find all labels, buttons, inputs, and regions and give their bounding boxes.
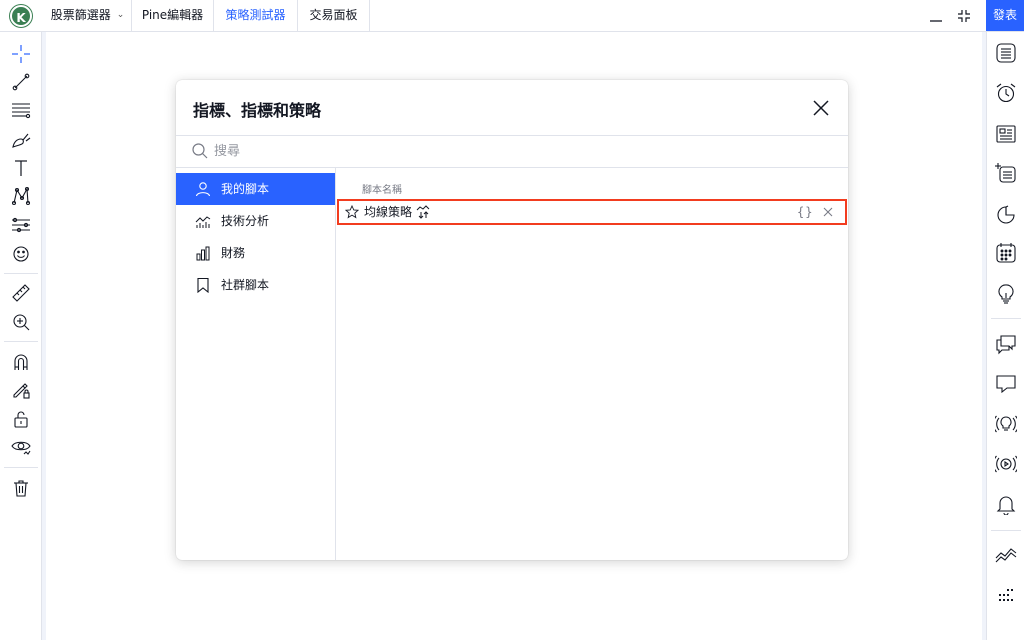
ruler-icon[interactable] <box>11 283 31 303</box>
forecast-icon[interactable] <box>11 215 31 235</box>
toolbar-divider <box>4 467 38 468</box>
pattern-icon[interactable] <box>11 186 31 206</box>
chat-icon[interactable] <box>995 333 1017 355</box>
alarm-icon[interactable] <box>995 82 1017 104</box>
list-item[interactable]: 均線策略 {} <box>337 199 847 225</box>
chart-line-icon[interactable] <box>995 544 1017 566</box>
close-icon[interactable] <box>810 97 832 119</box>
indicators-dialog: 指標、指標和策略 我的腳本 技術分析 <box>176 80 848 560</box>
magnet-icon[interactable] <box>11 352 31 372</box>
stream-icon[interactable] <box>995 453 1017 475</box>
lock-drawing-icon[interactable] <box>11 380 31 400</box>
trend-line-icon[interactable] <box>11 72 31 92</box>
publish-button[interactable]: 發表 <box>986 0 1024 31</box>
strategy-icon <box>416 205 430 219</box>
text-icon[interactable] <box>11 158 31 178</box>
tab-trading-panel[interactable]: 交易面板 <box>298 0 370 31</box>
pie-chart-icon[interactable] <box>995 204 1017 226</box>
tab-label: 交易面板 <box>309 8 358 22</box>
category-label: 社群腳本 <box>221 278 270 292</box>
fib-lines-icon[interactable] <box>11 100 31 120</box>
comment-icon[interactable] <box>995 373 1017 395</box>
crosshair-icon[interactable] <box>11 44 31 64</box>
dialog-divider <box>176 135 848 136</box>
technical-analysis-icon <box>195 213 211 229</box>
category-my-scripts[interactable]: 我的腳本 <box>176 173 335 205</box>
left-toolbar <box>0 32 42 640</box>
search-input[interactable] <box>214 140 814 162</box>
bookmark-icon <box>195 277 211 293</box>
remove-icon[interactable] <box>822 206 834 218</box>
news-icon[interactable] <box>995 123 1017 145</box>
avatar[interactable]: K <box>10 5 32 27</box>
right-toolbar <box>986 32 1024 640</box>
dots-grid-icon[interactable] <box>995 585 1017 607</box>
star-icon[interactable] <box>345 205 359 219</box>
watchlist-icon[interactable] <box>995 42 1017 64</box>
tab-pine-editor[interactable]: Pine編輯器 <box>132 0 214 31</box>
source-code-button[interactable]: {} <box>797 201 813 223</box>
category-label: 技術分析 <box>221 214 270 228</box>
toolbar-divider <box>4 341 38 342</box>
script-name: 均線策略 <box>364 205 413 219</box>
eye-icon[interactable] <box>11 437 31 457</box>
emoji-icon[interactable] <box>11 244 31 264</box>
tab-label: Pine編輯器 <box>141 8 204 22</box>
lock-icon[interactable] <box>11 409 31 429</box>
search-icon <box>191 142 209 160</box>
calendar-icon[interactable] <box>995 242 1017 264</box>
tab-label: 股票篩選器 <box>50 8 111 22</box>
user-icon <box>195 181 211 197</box>
zoom-in-icon[interactable] <box>11 312 31 332</box>
category-technical-analysis[interactable]: 技術分析 <box>176 205 335 237</box>
tab-strategy-tester[interactable]: 策略測試器 <box>214 0 298 31</box>
new-list-icon[interactable] <box>995 162 1017 184</box>
toolbar-divider <box>991 530 1021 531</box>
collapse-icon[interactable] <box>954 6 974 26</box>
bell-icon[interactable] <box>995 493 1017 515</box>
toolbar-divider <box>4 273 38 274</box>
brush-icon[interactable] <box>11 130 31 150</box>
category-label: 財務 <box>221 246 246 260</box>
left-gutter <box>42 32 46 640</box>
tab-label: 策略測試器 <box>225 8 286 22</box>
minimize-icon[interactable] <box>926 6 946 26</box>
tab-stock-screener[interactable]: 股票篩選器 ⌄ <box>44 0 132 31</box>
category-community-scripts[interactable]: 社群腳本 <box>176 269 335 301</box>
trash-icon[interactable] <box>11 478 31 498</box>
financials-bar-icon <box>195 245 211 261</box>
broadcast-idea-icon[interactable] <box>995 413 1017 435</box>
top-bar: K 股票篩選器 ⌄ Pine編輯器 策略測試器 交易面板 發表 <box>0 0 1024 32</box>
column-header-script-name: 腳本名稱 <box>362 185 402 196</box>
toolbar-divider <box>991 318 1021 319</box>
category-pane: 我的腳本 技術分析 財務 社群腳本 <box>176 168 336 560</box>
chevron-down-icon: ⌄ <box>116 10 125 20</box>
dialog-title: 指標、指標和策略 <box>193 101 322 120</box>
category-label: 我的腳本 <box>221 182 270 196</box>
category-financials[interactable]: 財務 <box>176 237 335 269</box>
lightbulb-icon[interactable] <box>995 283 1017 305</box>
